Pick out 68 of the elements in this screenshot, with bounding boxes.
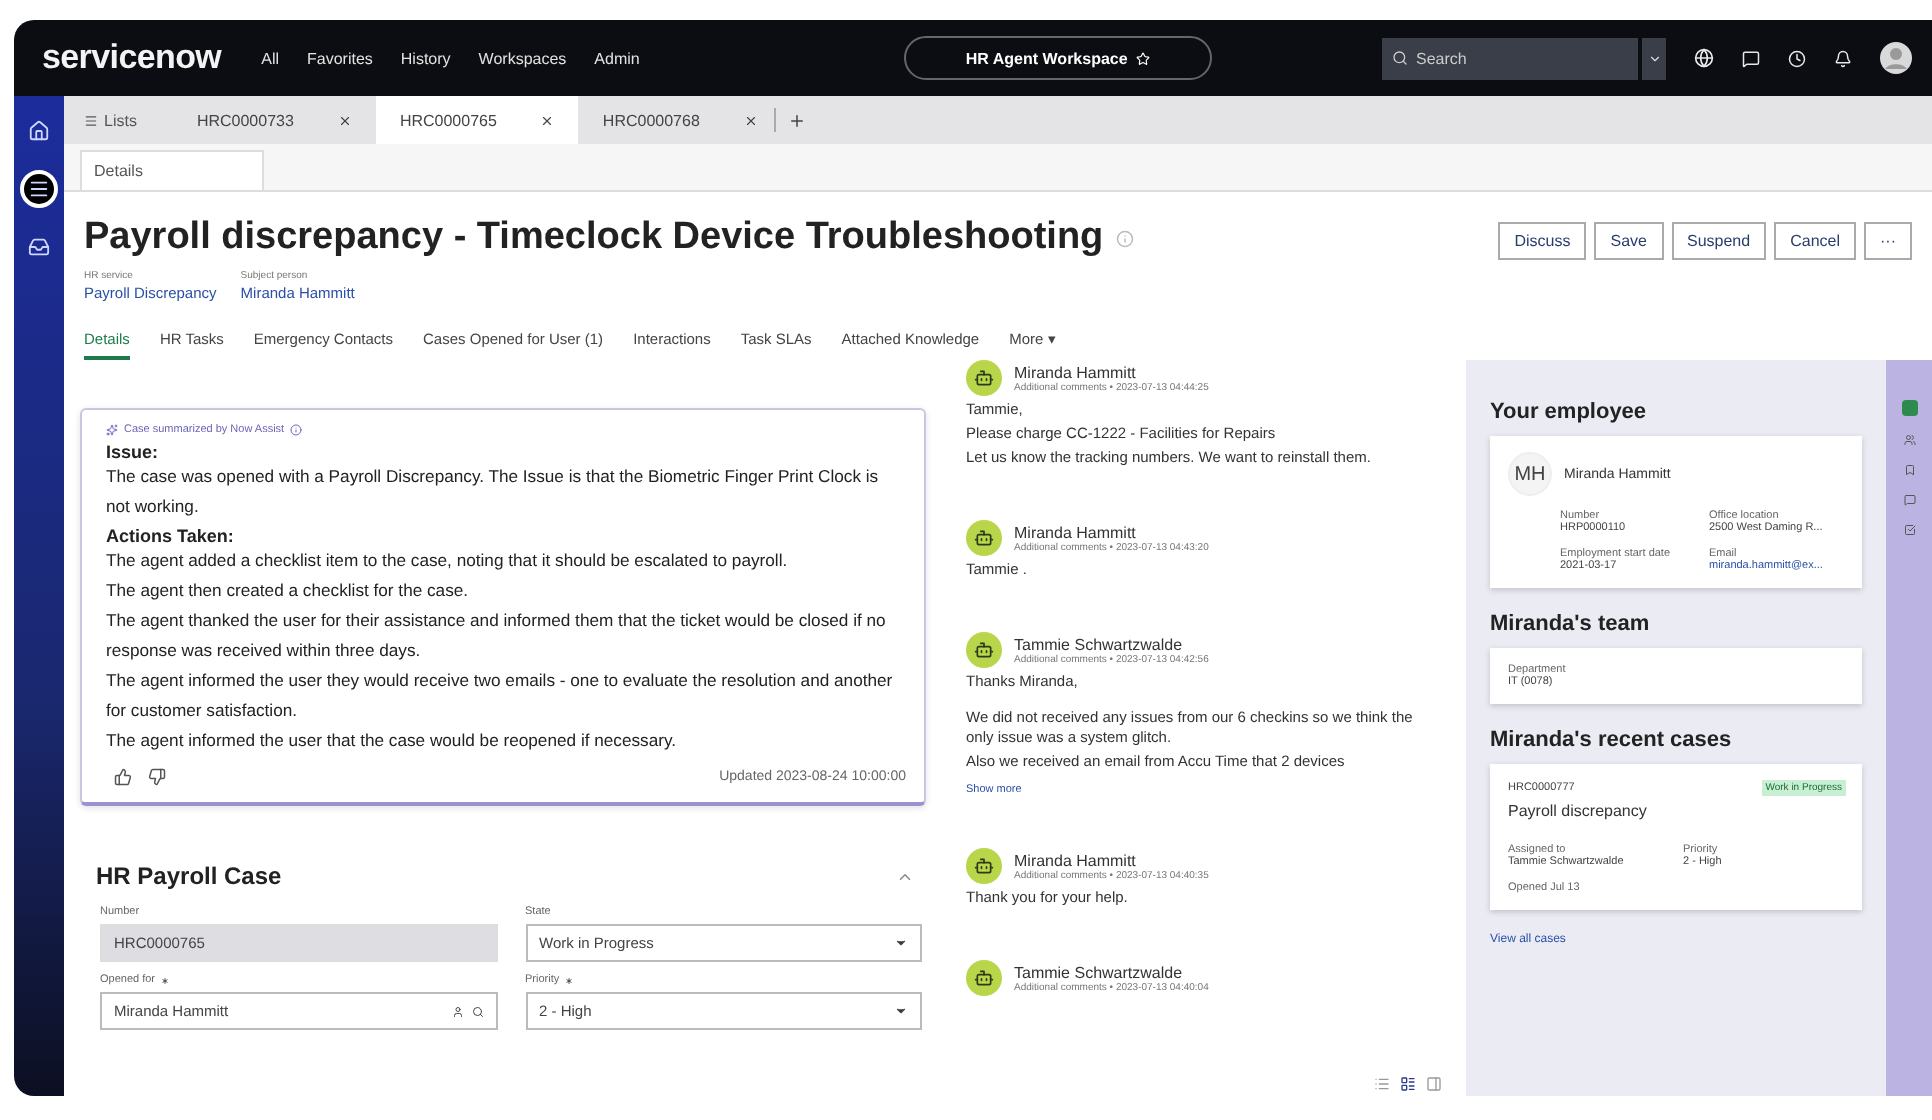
- avatar-icon: [966, 520, 1002, 556]
- section-title: HR Payroll Case: [96, 862, 282, 890]
- dropdown-icon: [894, 936, 908, 950]
- summary-text: The agent thanked the user for their assistance and informed them that the ticket would be closed if no response was received within three days.: [106, 608, 888, 664]
- globe-icon[interactable]: [1694, 48, 1714, 68]
- avatar-icon: [966, 848, 1002, 884]
- sparkle-icon: [106, 424, 118, 436]
- sub-tab[interactable]: Details: [80, 150, 265, 190]
- action-button[interactable]: Suspend: [1671, 222, 1767, 260]
- comment-author: Tammie Schwartzwalde: [1014, 635, 1185, 653]
- action-button[interactable]: Discuss: [1498, 222, 1587, 260]
- record-tab[interactable]: HRC0000733: [172, 96, 376, 144]
- summary-text: The agent informed the user they would receive two emails - one to evaluate the resolution and another for customer satisfaction.: [106, 668, 895, 724]
- nav-menu-item[interactable]: Admin: [594, 49, 640, 67]
- panel-title: Miranda's team: [1490, 612, 1652, 636]
- user-avatar[interactable]: [1880, 42, 1912, 74]
- close-icon[interactable]: [743, 113, 758, 127]
- caret-icon: [1647, 51, 1661, 65]
- summary-text: The agent then created a checklist for the case.: [106, 578, 471, 604]
- people-icon[interactable]: [1903, 434, 1915, 446]
- avatar-icon: [966, 632, 1002, 668]
- comment-author: Miranda Hammitt: [1014, 851, 1138, 869]
- checklist-icon[interactable]: [1903, 524, 1915, 536]
- bell-icon[interactable]: [1834, 49, 1852, 67]
- comment-author: Miranda Hammitt: [1014, 363, 1138, 381]
- view-mode-icon[interactable]: [1400, 1076, 1416, 1092]
- nav-menu-item[interactable]: Workspaces: [478, 49, 567, 67]
- summary-text: The case was opened with a Payroll Discrepancy. The Issue is that the Biometric Finger Print Clock is not working.: [106, 464, 881, 520]
- thumbs-down-icon[interactable]: [148, 768, 166, 786]
- workspace-switcher[interactable]: HR Agent Workspace: [903, 36, 1212, 80]
- search-field[interactable]: Search: [1382, 37, 1638, 79]
- summary-text: The agent informed the user that the case would be reopened if necessary.: [106, 728, 679, 754]
- bookmark-icon[interactable]: [1903, 464, 1915, 476]
- menu-icon: [84, 113, 98, 127]
- close-icon[interactable]: [540, 113, 555, 127]
- add-tab-icon[interactable]: [787, 111, 806, 129]
- action-button[interactable]: Cancel: [1774, 222, 1856, 260]
- avatar-icon: [966, 360, 1002, 396]
- dropdown-icon: [894, 1004, 908, 1018]
- record-title: Payroll discrepancy - Timeclock Device Troubleshooting: [84, 216, 1104, 260]
- nav-menu-item[interactable]: Favorites: [307, 49, 373, 67]
- comment-author: Miranda Hammitt: [1014, 523, 1138, 541]
- info-icon[interactable]: [290, 424, 303, 436]
- panel-title: Your employee: [1490, 400, 1649, 424]
- panel-title: Miranda's recent cases: [1490, 728, 1734, 752]
- case-title: Payroll discrepancy: [1508, 802, 1649, 820]
- thumbs-up-icon[interactable]: [114, 768, 132, 786]
- logo[interactable]: servicenow: [42, 38, 222, 78]
- initials-avatar: MH: [1508, 452, 1552, 496]
- action-button[interactable]: Save: [1594, 222, 1663, 260]
- record-tab[interactable]: HRC0000765: [375, 96, 579, 144]
- summary-heading: Actions Taken:: [106, 526, 236, 546]
- comment-author: Tammie Schwartzwalde: [1014, 963, 1185, 981]
- summary-heading: Issue:: [106, 442, 161, 462]
- star-icon: [1135, 51, 1150, 65]
- search-scope-dropdown[interactable]: [1642, 37, 1666, 79]
- list-icon[interactable]: [20, 170, 58, 208]
- close-icon[interactable]: [337, 113, 352, 127]
- record-tab[interactable]: HRC0000768: [578, 96, 782, 144]
- nav-menu-item[interactable]: All: [261, 49, 279, 67]
- nav-menu-item[interactable]: History: [400, 49, 451, 67]
- summary-text: The agent added a checklist item to the case, noting that it should be escalated to payroll.: [106, 548, 790, 574]
- person-icon: [451, 1005, 463, 1017]
- lists-button[interactable]: Lists: [64, 111, 173, 129]
- action-button[interactable]: ···: [1864, 222, 1912, 260]
- search-icon: [471, 1005, 483, 1017]
- avatar-icon: [966, 960, 1002, 996]
- search-icon: [1392, 50, 1408, 66]
